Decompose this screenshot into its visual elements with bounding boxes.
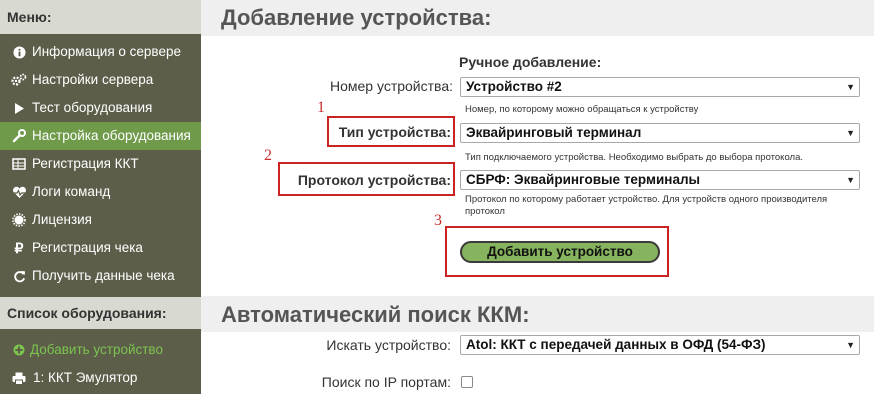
menu-item-label: Регистрация ККТ bbox=[32, 156, 139, 171]
menu-item-kkt-registration[interactable]: Регистрация ККТ bbox=[0, 150, 201, 178]
auto-search-title: Автоматический поиск ККМ: bbox=[201, 296, 874, 332]
wrench-icon bbox=[11, 129, 27, 143]
chevron-down-icon: ▼ bbox=[846, 82, 855, 92]
main-content: Добавление устройства: Ручное добавление… bbox=[201, 0, 874, 394]
manual-add-heading: Ручное добавление: bbox=[459, 54, 602, 70]
badge-icon bbox=[11, 213, 27, 227]
protocol-hint-line2: протокол bbox=[465, 206, 505, 217]
search-device-value: Atol: ККТ с передачей данных в ОФД (54-Ф… bbox=[466, 337, 766, 352]
play-icon bbox=[11, 102, 27, 115]
protocol-hint-line1: Протокол по которому работает устройство… bbox=[465, 194, 828, 205]
ruble-icon: ₽ bbox=[14, 240, 24, 256]
device-number-hint: Номер, по которому можно обращаться к ус… bbox=[465, 104, 699, 115]
sidebar: Меню: Информация о сервере Настройки сер… bbox=[0, 0, 201, 394]
menu-item-label: Настройка оборудования bbox=[32, 128, 191, 143]
menu-item-equipment-test[interactable]: Тест оборудования bbox=[0, 94, 201, 122]
refresh-icon bbox=[11, 270, 27, 283]
ip-search-checkbox[interactable] bbox=[461, 376, 473, 388]
search-device-select[interactable]: Atol: ККТ с передачей данных в ОФД (54-Ф… bbox=[460, 335, 860, 355]
chevron-down-icon: ▼ bbox=[846, 175, 855, 185]
ip-search-label: Поиск по IP портам: bbox=[321, 374, 451, 390]
gears-icon bbox=[11, 73, 27, 87]
device-type-value: Эквайринговый терминал bbox=[466, 125, 642, 140]
annotation-marker-3: 3 bbox=[434, 212, 442, 229]
device-type-hint: Тип подключаемого устройства. Необходимо… bbox=[465, 152, 803, 163]
menu-item-command-logs[interactable]: Логи команд bbox=[0, 178, 201, 206]
annotation-box-device-type bbox=[327, 116, 455, 147]
annotation-marker-2: 2 bbox=[264, 147, 272, 164]
menu-header: Меню: bbox=[0, 0, 201, 34]
annotation-box-protocol bbox=[278, 162, 455, 196]
chevron-down-icon: ▼ bbox=[846, 340, 855, 350]
menu-item-license[interactable]: Лицензия bbox=[0, 206, 201, 234]
annotation-marker-1: 1 bbox=[317, 99, 325, 116]
menu-item-label: Получить данные чека bbox=[32, 268, 175, 283]
equipment-add-device-link[interactable]: Добавить устройство bbox=[0, 336, 201, 364]
menu-item-server-settings[interactable]: Настройки сервера bbox=[0, 66, 201, 94]
annotation-box-add-button bbox=[445, 226, 669, 277]
protocol-select[interactable]: СБРФ: Эквайринговые терминалы ▼ bbox=[460, 170, 860, 190]
menu-list: Информация о сервере Настройки сервера Т… bbox=[0, 34, 201, 290]
add-device-title: Добавление устройства: bbox=[201, 0, 874, 36]
menu-item-label: Настройки сервера bbox=[32, 72, 154, 87]
device-number-select[interactable]: Устройство #2 ▼ bbox=[460, 77, 860, 97]
device-number-label: Номер устройства: bbox=[330, 78, 453, 94]
printer-icon bbox=[11, 372, 27, 385]
menu-item-receipt-registration[interactable]: ₽ Регистрация чека bbox=[0, 234, 201, 262]
info-icon bbox=[11, 45, 27, 59]
equipment-list-header: Список оборудования: bbox=[0, 297, 201, 329]
plus-circle-icon bbox=[11, 344, 27, 356]
menu-item-label: Лицензия bbox=[32, 212, 92, 227]
menu-item-label: Логи команд bbox=[32, 184, 111, 199]
search-device-label: Искать устройство: bbox=[326, 337, 451, 353]
device-type-select[interactable]: Эквайринговый терминал ▼ bbox=[460, 123, 860, 143]
equipment-item-label: 1: ККТ Эмулятор bbox=[33, 370, 138, 385]
chevron-down-icon: ▼ bbox=[846, 128, 855, 138]
protocol-value: СБРФ: Эквайринговые терминалы bbox=[466, 172, 701, 187]
menu-item-equipment-settings[interactable]: Настройка оборудования bbox=[0, 122, 201, 150]
heartbeat-icon bbox=[11, 186, 27, 199]
menu-item-label: Тест оборудования bbox=[32, 100, 153, 115]
equipment-item-kkt-emulator[interactable]: 1: ККТ Эмулятор bbox=[0, 364, 201, 392]
device-number-value: Устройство #2 bbox=[466, 79, 562, 94]
equipment-item-label: Добавить устройство bbox=[30, 342, 163, 357]
menu-item-label: Информация о сервере bbox=[32, 44, 181, 59]
menu-item-get-receipt-data[interactable]: Получить данные чека bbox=[0, 262, 201, 290]
equipment-list: Добавить устройство 1: ККТ Эмулятор bbox=[0, 336, 201, 392]
table-icon bbox=[11, 158, 27, 170]
menu-item-label: Регистрация чека bbox=[32, 240, 143, 255]
menu-item-server-info[interactable]: Информация о сервере bbox=[0, 38, 201, 66]
